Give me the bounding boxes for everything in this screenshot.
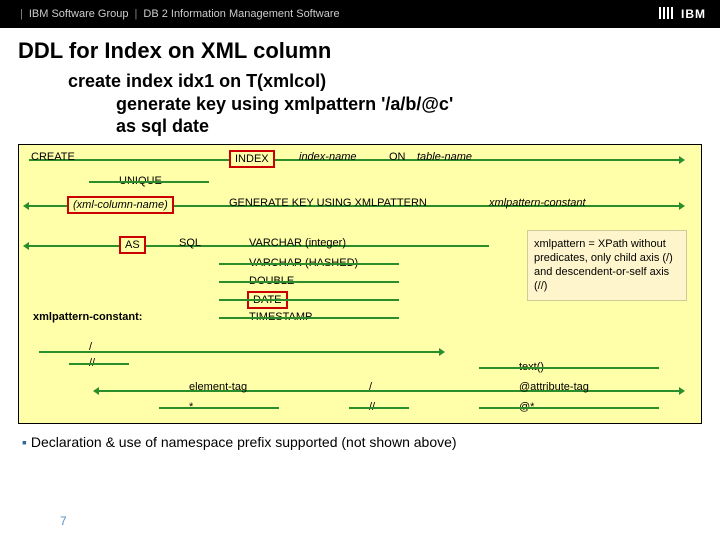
kw-index: INDEX [229,150,275,168]
syntax-diagram: CREATE INDEX index-name ON table-name UN… [18,144,702,424]
footnote-bullet: Declaration & use of namespace prefix su… [22,434,698,450]
header-product: DB 2 Information Management Software [143,8,339,20]
constant-label: xmlpattern-constant: [33,311,142,323]
type-varchar-int: VARCHAR (integer) [249,237,346,249]
slide-title: DDL for Index on XML column [18,38,702,64]
xpath-note: xmlpattern = XPath without predicates, o… [527,230,687,301]
attr-tag: @attribute-tag [519,381,589,393]
xmlpattern-constant: xmlpattern-constant [489,197,586,209]
code-line-3: as sql date [116,115,720,138]
kw-as: AS [119,236,146,254]
table-name: table-name [417,151,472,163]
axis-slash-2: / [369,381,372,393]
header-group: IBM Software Group [29,8,129,20]
ibm-logo: IBM [659,7,706,21]
code-example: create index idx1 on T(xmlcol) generate … [68,70,720,138]
xml-column-name: (xml-column-name) [67,196,174,214]
index-name: index-name [299,151,356,163]
header-sep: | [135,8,138,20]
axis-slash: / [89,341,92,353]
kw-on: ON [389,151,406,163]
code-line-1: create index idx1 on T(xmlcol) [68,70,720,93]
element-tag: element-tag [189,381,247,393]
header-bar: | IBM Software Group | DB 2 Information … [0,0,720,28]
page-number: 7 [60,514,67,528]
header-divider: | [20,8,23,20]
kw-genkey: GENERATE KEY USING XMLPATTERN [229,197,427,209]
code-line-2: generate key using xmlpattern '/a/b/@c' [116,93,720,116]
kw-sql: SQL [179,237,201,249]
kw-create: CREATE [31,151,75,163]
